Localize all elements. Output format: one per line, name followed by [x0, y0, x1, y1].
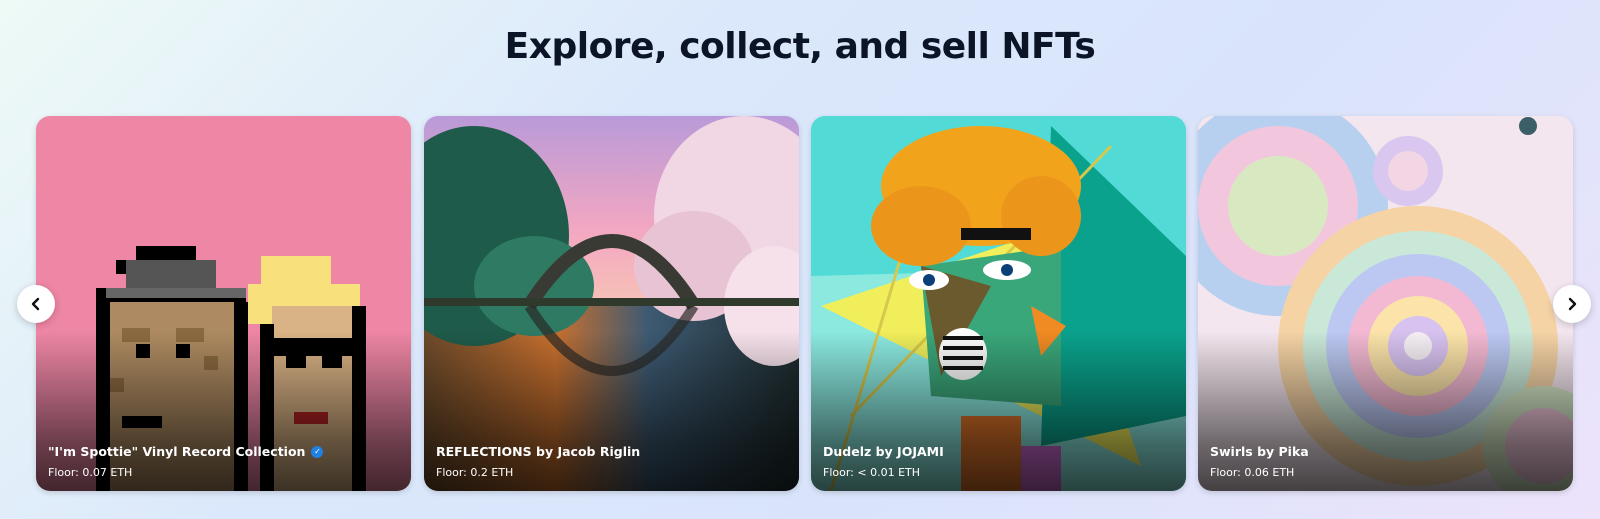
collection-floor-price: Floor: 0.2 ETH — [436, 466, 514, 479]
carousel-prev-button[interactable] — [17, 285, 55, 323]
verified-badge-icon: ✓ — [311, 445, 324, 458]
collection-card-dudelz[interactable]: Dudelz by JOJAMI Floor: < 0.01 ETH — [811, 116, 1186, 491]
chevron-right-icon — [1568, 297, 1577, 311]
collection-title: Dudelz by JOJAMI — [823, 444, 944, 459]
collection-title: Swirls by Pika — [1210, 444, 1309, 459]
collection-card-swirls[interactable]: Swirls by Pika Floor: 0.06 ETH — [1198, 116, 1573, 491]
collection-floor-price: Floor: 0.07 ETH — [48, 466, 133, 479]
chevron-left-icon — [31, 297, 40, 311]
collection-card-spottie[interactable]: "I'm Spottie" Vinyl Record Collection ✓ … — [36, 116, 411, 491]
page-title: Explore, collect, and sell NFTs — [504, 26, 1096, 67]
collection-title: REFLECTIONS by Jacob Riglin — [436, 444, 641, 459]
collection-floor-price: Floor: 0.06 ETH — [1210, 466, 1295, 479]
collection-floor-price: Floor: < 0.01 ETH — [823, 466, 921, 479]
collection-title: "I'm Spottie" Vinyl Record Collection ✓ — [48, 444, 399, 459]
carousel-next-button[interactable] — [1553, 285, 1591, 323]
collection-card-reflections[interactable]: REFLECTIONS by Jacob Riglin Floor: 0.2 E… — [424, 116, 799, 491]
